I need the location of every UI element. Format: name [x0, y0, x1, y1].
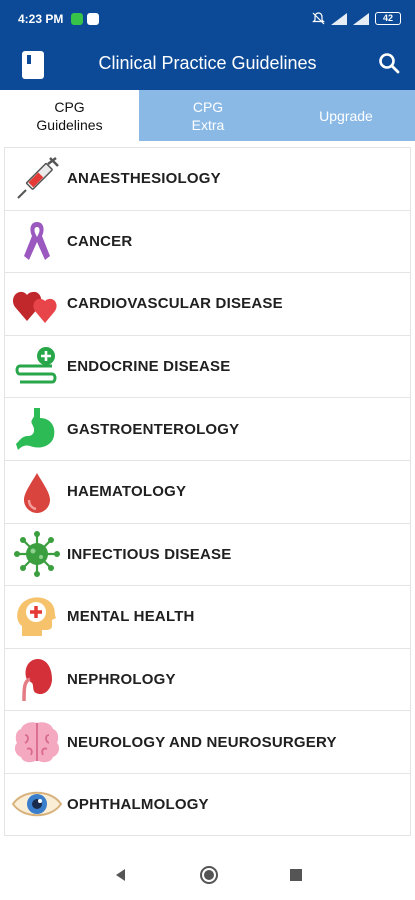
app-notification-icon — [87, 12, 100, 25]
eye-icon — [9, 776, 65, 832]
tab-label-line1: CPG — [192, 98, 224, 115]
list-item[interactable]: GASTROENTEROLOGY — [4, 397, 411, 460]
category-label: ENDOCRINE DISEASE — [67, 358, 231, 376]
recents-icon[interactable] — [289, 868, 303, 882]
signal-icon-2 — [353, 12, 369, 25]
tab-label-line2: Guidelines — [36, 116, 103, 133]
list-item[interactable]: CANCER — [4, 209, 411, 273]
category-label: CARDIOVASCULAR DISEASE — [67, 295, 283, 313]
list-item[interactable]: NEPHROLOGY — [4, 647, 411, 711]
tab-label-line1: CPG — [54, 98, 85, 115]
virus-icon — [9, 526, 65, 582]
category-label: NEPHROLOGY — [67, 671, 176, 689]
list-item[interactable]: HAEMATOLOGY — [4, 459, 411, 523]
category-list: ANAESTHESIOLOGY CANCER CARDIOVASCULAR DI… — [4, 147, 411, 836]
status-bar: 4:23 PM 42 — [0, 0, 415, 37]
syringe-icon — [9, 151, 65, 207]
signal-icon — [331, 12, 347, 25]
category-label: HAEMATOLOGY — [67, 483, 187, 501]
category-label: INFECTIOUS DISEASE — [67, 545, 232, 563]
list-item[interactable]: NEUROLOGY AND NEUROSURGERY — [4, 710, 411, 773]
system-nav-bar — [0, 850, 415, 900]
blood-drop-icon — [9, 464, 65, 520]
endocrine-icon — [9, 339, 65, 395]
back-icon[interactable] — [113, 867, 129, 883]
app-bar: Clinical Practice Guidelines — [0, 37, 415, 90]
whatsapp-icon — [71, 12, 84, 25]
page-title: Clinical Practice Guidelines — [98, 53, 317, 73]
tab-cpg-extra[interactable]: CPG Extra — [139, 90, 277, 141]
list-item[interactable]: CARDIOVASCULAR DISEASE — [4, 272, 411, 335]
awareness-ribbon-icon — [9, 213, 65, 269]
status-icons: 42 — [312, 12, 401, 25]
kidney-icon — [9, 652, 65, 708]
tab-bar: CPG Guidelines CPG Extra Upgrade — [0, 90, 415, 141]
battery-icon: 42 — [375, 12, 401, 25]
category-label: MENTAL HEALTH — [67, 608, 195, 626]
tab-label: Upgrade — [319, 107, 373, 124]
mute-icon — [312, 12, 325, 25]
tab-label-line2: Extra — [191, 116, 225, 133]
status-time: 4:23 PM — [18, 11, 64, 26]
list-item[interactable]: OPHTHALMOLOGY — [4, 772, 411, 836]
search-icon[interactable] — [377, 51, 401, 75]
category-label: CANCER — [67, 232, 133, 250]
list-item[interactable]: ANAESTHESIOLOGY — [4, 147, 411, 210]
tab-upgrade[interactable]: Upgrade — [277, 90, 415, 141]
head-plus-icon — [9, 589, 65, 645]
category-label: ANAESTHESIOLOGY — [67, 170, 221, 188]
list-item[interactable]: ENDOCRINE DISEASE — [4, 334, 411, 398]
hearts-icon — [9, 276, 65, 332]
list-item[interactable]: INFECTIOUS DISEASE — [4, 522, 411, 586]
brain-icon — [9, 714, 65, 770]
category-label: NEUROLOGY AND NEUROSURGERY — [67, 733, 337, 751]
category-label: GASTROENTEROLOGY — [67, 420, 240, 438]
stomach-icon — [9, 401, 65, 457]
category-label: OPHTHALMOLOGY — [67, 795, 209, 813]
home-icon[interactable] — [199, 865, 219, 885]
tab-cpg-guidelines[interactable]: CPG Guidelines — [0, 90, 139, 141]
list-item[interactable]: MENTAL HEALTH — [4, 585, 411, 648]
